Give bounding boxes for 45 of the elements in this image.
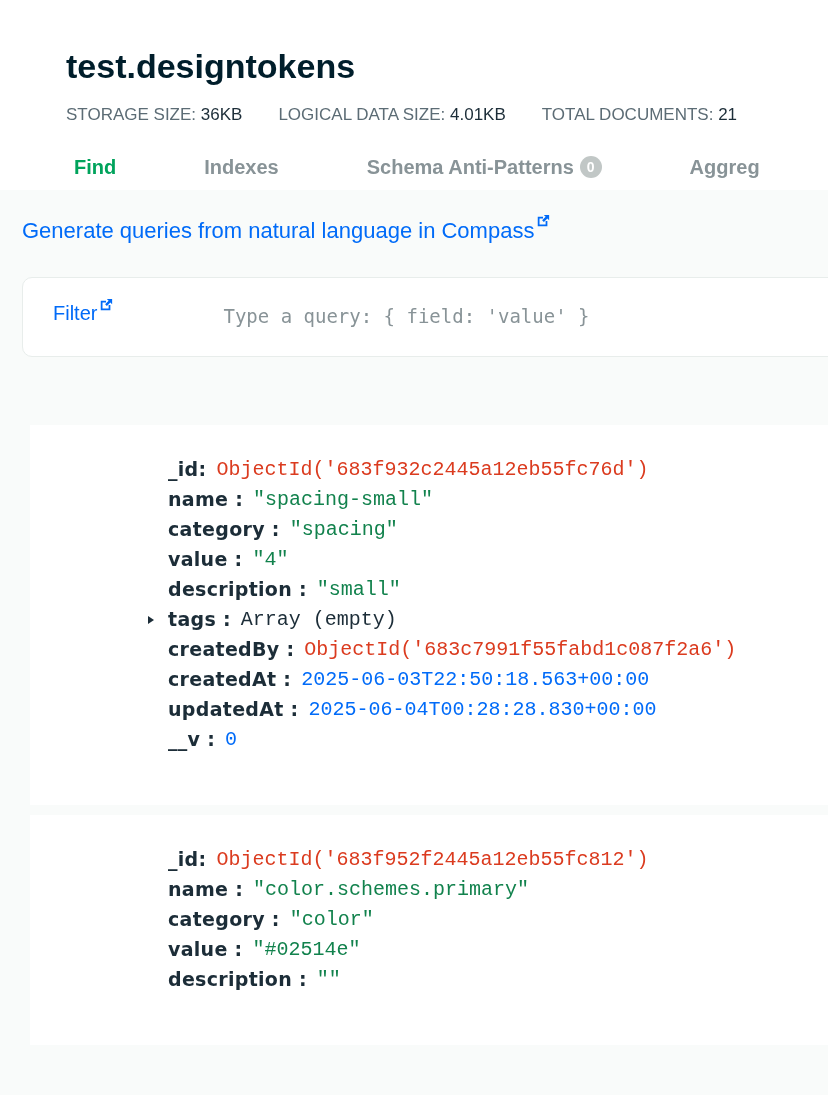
field-value: "" xyxy=(316,966,341,993)
field-value: "color.schemes.primary" xyxy=(253,876,530,903)
field-value: 0 xyxy=(225,726,238,753)
field-key: description : xyxy=(168,575,307,604)
tab[interactable]: Indexes xyxy=(204,151,279,182)
field-value: "color" xyxy=(289,906,374,933)
external-link-icon xyxy=(536,213,551,228)
field-value: ObjectId('683c7991f55fabd1c087f2a6') xyxy=(304,636,737,663)
collection-stat: STORAGE SIZE: 36KB xyxy=(66,104,243,126)
tab[interactable]: Schema Anti-Patterns 0 xyxy=(366,151,602,182)
field-key: name : xyxy=(168,875,244,904)
field-key: value : xyxy=(168,935,243,964)
field-key: category : xyxy=(168,515,280,544)
collection-title: test.designtokens xyxy=(66,46,357,87)
field-value: ObjectId('683f952f2445a12eb55fc812') xyxy=(216,846,649,873)
tab[interactable]: Find xyxy=(74,151,117,182)
field-key: _id: xyxy=(168,845,207,874)
field-value: ObjectId('683f932c2445a12eb55fc76d') xyxy=(216,456,649,483)
field-value: "small" xyxy=(316,576,401,603)
expand-toggle-icon[interactable] xyxy=(146,614,156,625)
field-key: description : xyxy=(168,965,307,994)
field-value: "4" xyxy=(252,546,289,573)
field-value: 2025-06-04T00:28:28.830+00:00 xyxy=(308,696,657,723)
field-key: updatedAt : xyxy=(168,695,299,724)
field-value: 2025-06-03T22:50:18.563+00:00 xyxy=(301,666,650,693)
field-key: _id: xyxy=(168,455,207,484)
collection-stat: TOTAL DOCUMENTS: 21 xyxy=(541,104,738,126)
external-link-icon xyxy=(99,297,114,312)
compass-link[interactable]: Generate queries from natural language in Compass xyxy=(22,213,828,247)
field-value: "spacing" xyxy=(289,516,398,543)
field-value: "#02514e" xyxy=(252,936,361,963)
field-key: tags : xyxy=(168,605,231,634)
field-key: value : xyxy=(168,545,243,574)
field-key: __v : xyxy=(168,725,216,754)
field-key: createdBy : xyxy=(168,635,295,664)
field-key: createdAt : xyxy=(168,665,292,694)
field-value: "spacing-small" xyxy=(253,486,434,513)
field-key: name : xyxy=(168,485,244,514)
count-badge: 0 xyxy=(579,155,602,178)
field-value: Array (empty) xyxy=(240,606,397,633)
tab[interactable]: Aggreg xyxy=(689,151,760,182)
field-key: category : xyxy=(168,905,280,934)
query-input[interactable]: Type a query: { field: 'value' } xyxy=(223,302,724,331)
filter-link[interactable]: Filter xyxy=(53,297,114,328)
collection-stat: LOGICAL DATA SIZE: 4.01KB xyxy=(278,104,506,126)
